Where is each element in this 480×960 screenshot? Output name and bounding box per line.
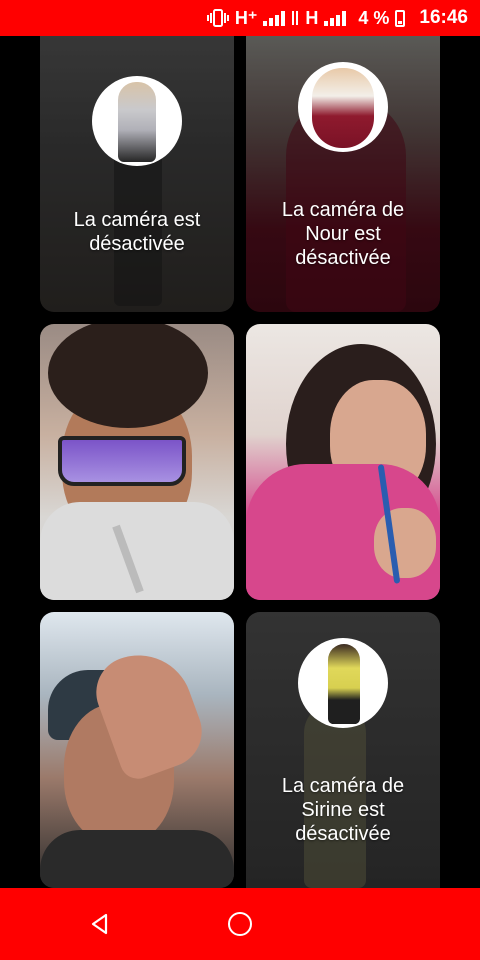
avatar (298, 62, 388, 152)
back-icon[interactable] (88, 912, 112, 936)
signal-icon (263, 10, 286, 26)
home-icon[interactable] (228, 912, 252, 936)
participant-video (40, 324, 234, 600)
participant-tile[interactable] (246, 324, 440, 600)
sunglasses-filter (58, 436, 186, 486)
participant-video (40, 612, 234, 888)
navigation-bar (0, 888, 480, 960)
network-type-label: H (305, 7, 319, 28)
transfer-icon (291, 9, 299, 27)
participant-tile[interactable] (40, 324, 234, 600)
camera-off-label: La caméra de Nour est désactivée (281, 199, 405, 269)
avatar (92, 76, 182, 166)
clock: 16:46 (419, 7, 468, 28)
participant-video (246, 324, 440, 600)
participant-tile[interactable]: La caméra de Nour est désactivée (246, 36, 440, 312)
signal-icon (324, 10, 347, 26)
participant-tile[interactable] (40, 612, 234, 888)
participant-tile[interactable]: La caméra est désactivée (40, 36, 234, 312)
camera-off-label: La caméra de Sirine est désactivée (281, 775, 405, 845)
avatar (298, 638, 388, 728)
network-type-label: H⁺ (234, 7, 258, 28)
participant-tile[interactable]: La caméra de Sirine est désactivée (246, 612, 440, 888)
battery-percent: 4 % (358, 7, 390, 28)
camera-off-label: La caméra est désactivée (73, 209, 201, 255)
status-bar: H⁺ H 4 % 16:46 (0, 0, 480, 36)
vibrate-icon (206, 8, 229, 28)
battery-charging-icon (395, 9, 406, 27)
